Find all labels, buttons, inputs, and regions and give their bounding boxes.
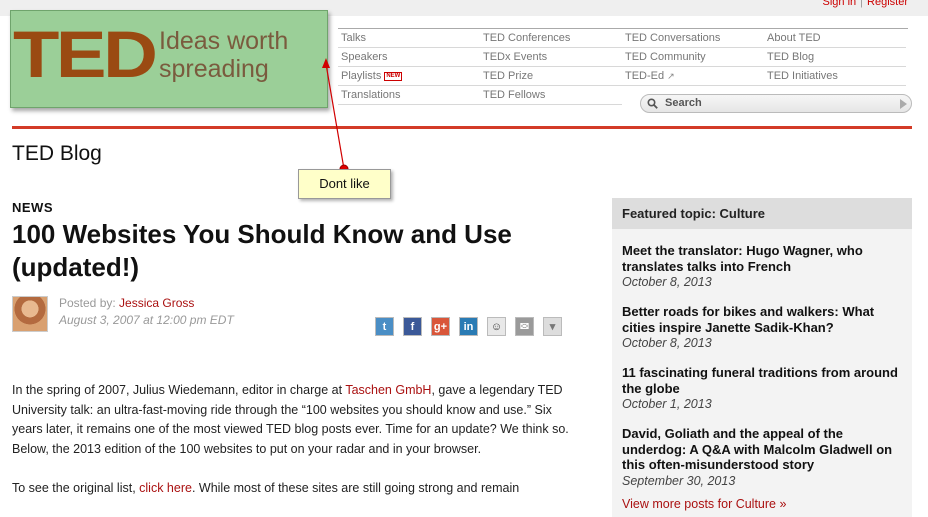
- nav-item-playlists[interactable]: Playlists NEW: [338, 67, 480, 86]
- sidebar-post-date: October 1, 2013: [622, 397, 712, 411]
- register-link[interactable]: Register: [867, 0, 908, 8]
- sidebar-post-title[interactable]: David, Goliath and the appeal of the und…: [622, 426, 902, 473]
- more-icon[interactable]: ▾: [543, 317, 562, 336]
- article-category: NEWS: [12, 200, 53, 215]
- sidebar-post-date: September 30, 2013: [622, 473, 736, 488]
- new-badge: NEW: [384, 72, 403, 81]
- external-link-icon: ↗: [667, 71, 675, 81]
- google-plus-icon[interactable]: g+: [431, 317, 450, 336]
- ted-logo[interactable]: TED Ideas worth spreading: [10, 10, 328, 108]
- article-date: August 3, 2007 at 12:00 pm EDT: [59, 313, 234, 327]
- search-label: Search: [665, 97, 702, 109]
- nav-item-tedx-events[interactable]: TEDx Events: [480, 48, 622, 67]
- sidebar-post-title[interactable]: 11 fascinating funeral traditions from a…: [622, 365, 902, 396]
- view-more-link[interactable]: View more posts for Culture »: [612, 489, 912, 511]
- sidebar-post-date: October 8, 2013: [622, 336, 712, 350]
- reddit-icon[interactable]: ☺: [487, 317, 506, 336]
- sidebar-post-date: October 8, 2013: [622, 275, 712, 289]
- sign-in-link[interactable]: Sign in: [823, 0, 857, 8]
- nav-item-translations[interactable]: Translations: [338, 86, 480, 105]
- nav-item-ted-prize[interactable]: TED Prize: [480, 67, 622, 86]
- sidebar-post-title[interactable]: Meet the translator: Hugo Wagner, who tr…: [622, 243, 902, 274]
- taschen-link[interactable]: Taschen GmbH: [345, 383, 431, 397]
- logo-tagline-line1: Ideas worth: [159, 27, 289, 55]
- posted-by-label: Posted by:: [59, 296, 116, 310]
- main-nav: Talks Speakers Playlists NEW Translations…: [338, 28, 908, 105]
- nav-column: Talks Speakers Playlists NEW Translations: [338, 29, 480, 105]
- sidebar-post[interactable]: Better roads for bikes and walkers: What…: [612, 304, 912, 351]
- original-list-link[interactable]: click here: [139, 481, 192, 495]
- nav-column: About TED TED Blog TED Initiatives: [764, 29, 906, 86]
- logo-tagline: Ideas worth spreading: [159, 27, 288, 83]
- twitter-icon[interactable]: t: [375, 317, 394, 336]
- nav-item-ted-initiatives[interactable]: TED Initiatives: [764, 67, 906, 86]
- search-icon: [647, 98, 658, 109]
- nav-item-about-ted[interactable]: About TED: [764, 29, 906, 48]
- author-link[interactable]: Jessica Gross: [119, 296, 194, 310]
- nav-item-ted-conferences[interactable]: TED Conferences: [480, 29, 622, 48]
- nav-item-talks[interactable]: Talks: [338, 29, 480, 48]
- nav-item-ted-fellows[interactable]: TED Fellows: [480, 86, 622, 105]
- nav-item-ted-conversations[interactable]: TED Conversations: [622, 29, 764, 48]
- header-divider: [12, 126, 912, 129]
- sidebar-post-title[interactable]: Better roads for bikes and walkers: What…: [622, 304, 902, 335]
- article-paragraph: In the spring of 2007, Julius Wiedemann,…: [12, 383, 569, 456]
- nav-column: TED Conferences TEDx Events TED Prize TE…: [480, 29, 622, 105]
- search-input[interactable]: Search: [640, 94, 912, 113]
- auth-links: Sign in | Register: [823, 0, 908, 8]
- facebook-icon[interactable]: f: [403, 317, 422, 336]
- sidebar-post[interactable]: 11 fascinating funeral traditions from a…: [612, 365, 912, 412]
- nav-item-ted-community[interactable]: TED Community: [622, 48, 764, 67]
- email-icon[interactable]: ✉: [515, 317, 534, 336]
- linkedin-icon[interactable]: in: [459, 317, 478, 336]
- author-avatar[interactable]: [12, 296, 48, 332]
- article-paragraph: To see the original list, click here. Wh…: [12, 480, 520, 495]
- article-body: In the spring of 2007, Julius Wiedemann,…: [12, 381, 577, 517]
- share-bar: t f g+ in ☺ ✉ ▾: [375, 317, 562, 336]
- sidebar-post[interactable]: Meet the translator: Hugo Wagner, who tr…: [612, 243, 912, 290]
- sidebar-heading: Featured topic: Culture: [612, 198, 912, 229]
- sidebar-post[interactable]: David, Goliath and the appeal of the und…: [612, 426, 912, 489]
- featured-sidebar: Featured topic: Culture Meet the transla…: [612, 198, 912, 517]
- nav-item-speakers[interactable]: Speakers: [338, 48, 480, 67]
- article-headline: 100 Websites You Should Know and Use (up…: [12, 219, 512, 282]
- posted-by: Posted by: Jessica Gross: [59, 296, 194, 310]
- nav-column: TED Conversations TED Community TED-Ed ↗: [622, 29, 764, 86]
- page-title: TED Blog: [12, 142, 102, 165]
- search-submit-icon[interactable]: [900, 99, 907, 109]
- nav-item-ted-blog[interactable]: TED Blog: [764, 48, 906, 67]
- logo-tagline-line2: spreading: [159, 55, 269, 83]
- sticky-comment-note[interactable]: Dont like: [298, 169, 391, 199]
- logo-wordmark: TED: [13, 17, 158, 91]
- nav-item-ted-ed[interactable]: TED-Ed ↗: [622, 67, 764, 86]
